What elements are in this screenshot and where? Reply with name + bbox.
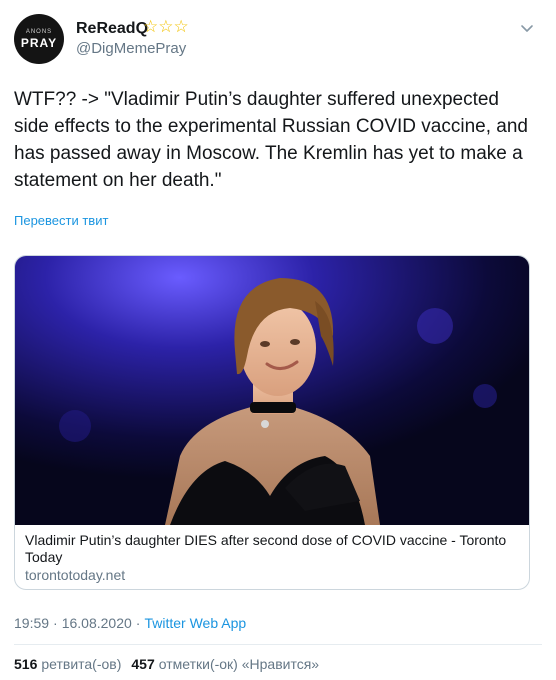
separator-dot: · (135, 615, 141, 631)
likes-count: 457 (131, 656, 155, 672)
separator-dot: · (53, 615, 58, 631)
tweet-meta: 19:59 · 16.08.2020 · Twitter Web App (14, 615, 246, 631)
translate-tweet-link[interactable]: Перевести твит (14, 213, 108, 228)
display-name[interactable]: ReReadQ (76, 20, 148, 38)
card-image (15, 256, 529, 525)
card-domain: torontotoday.net (25, 567, 126, 583)
retweets-count: 516 (14, 656, 38, 672)
tweet-date[interactable]: 16.08.2020 (62, 615, 132, 631)
star-icons: ☆☆☆ (143, 17, 189, 36)
tweet-stats: 516 ретвита(-ов) 457 отметки(-ок) «Нравится… (14, 656, 319, 672)
retweets-label: ретвита(-ов) (41, 656, 122, 672)
user-handle[interactable]: @DigMemePray (76, 40, 186, 57)
retweets-stat[interactable]: 516 ретвита(-ов) (14, 656, 121, 672)
avatar[interactable]: ANONS PRAY (14, 14, 64, 64)
tweet-header: ANONS PRAY ReReadQ ☆☆☆ @DigMemePray (0, 0, 556, 80)
avatar-top-text: ANONS (25, 29, 53, 35)
card-title: Vladimir Putin’s daughter DIES after sec… (25, 532, 507, 565)
avatar-bottom-text: PRAY (20, 36, 58, 50)
divider (14, 644, 542, 645)
chevron-down-icon[interactable] (520, 22, 534, 36)
tweet-source[interactable]: Twitter Web App (144, 615, 246, 631)
link-card[interactable]: Vladimir Putin’s daughter DIES after sec… (14, 255, 530, 590)
tweet-text: WTF?? -> "Vladimir Putin’s daughter suff… (14, 89, 528, 191)
likes-stat[interactable]: 457 отметки(-ок) «Нравится» (131, 656, 319, 672)
likes-label: отметки(-ок) «Нравится» (158, 656, 320, 672)
tweet-time[interactable]: 19:59 (14, 615, 49, 631)
